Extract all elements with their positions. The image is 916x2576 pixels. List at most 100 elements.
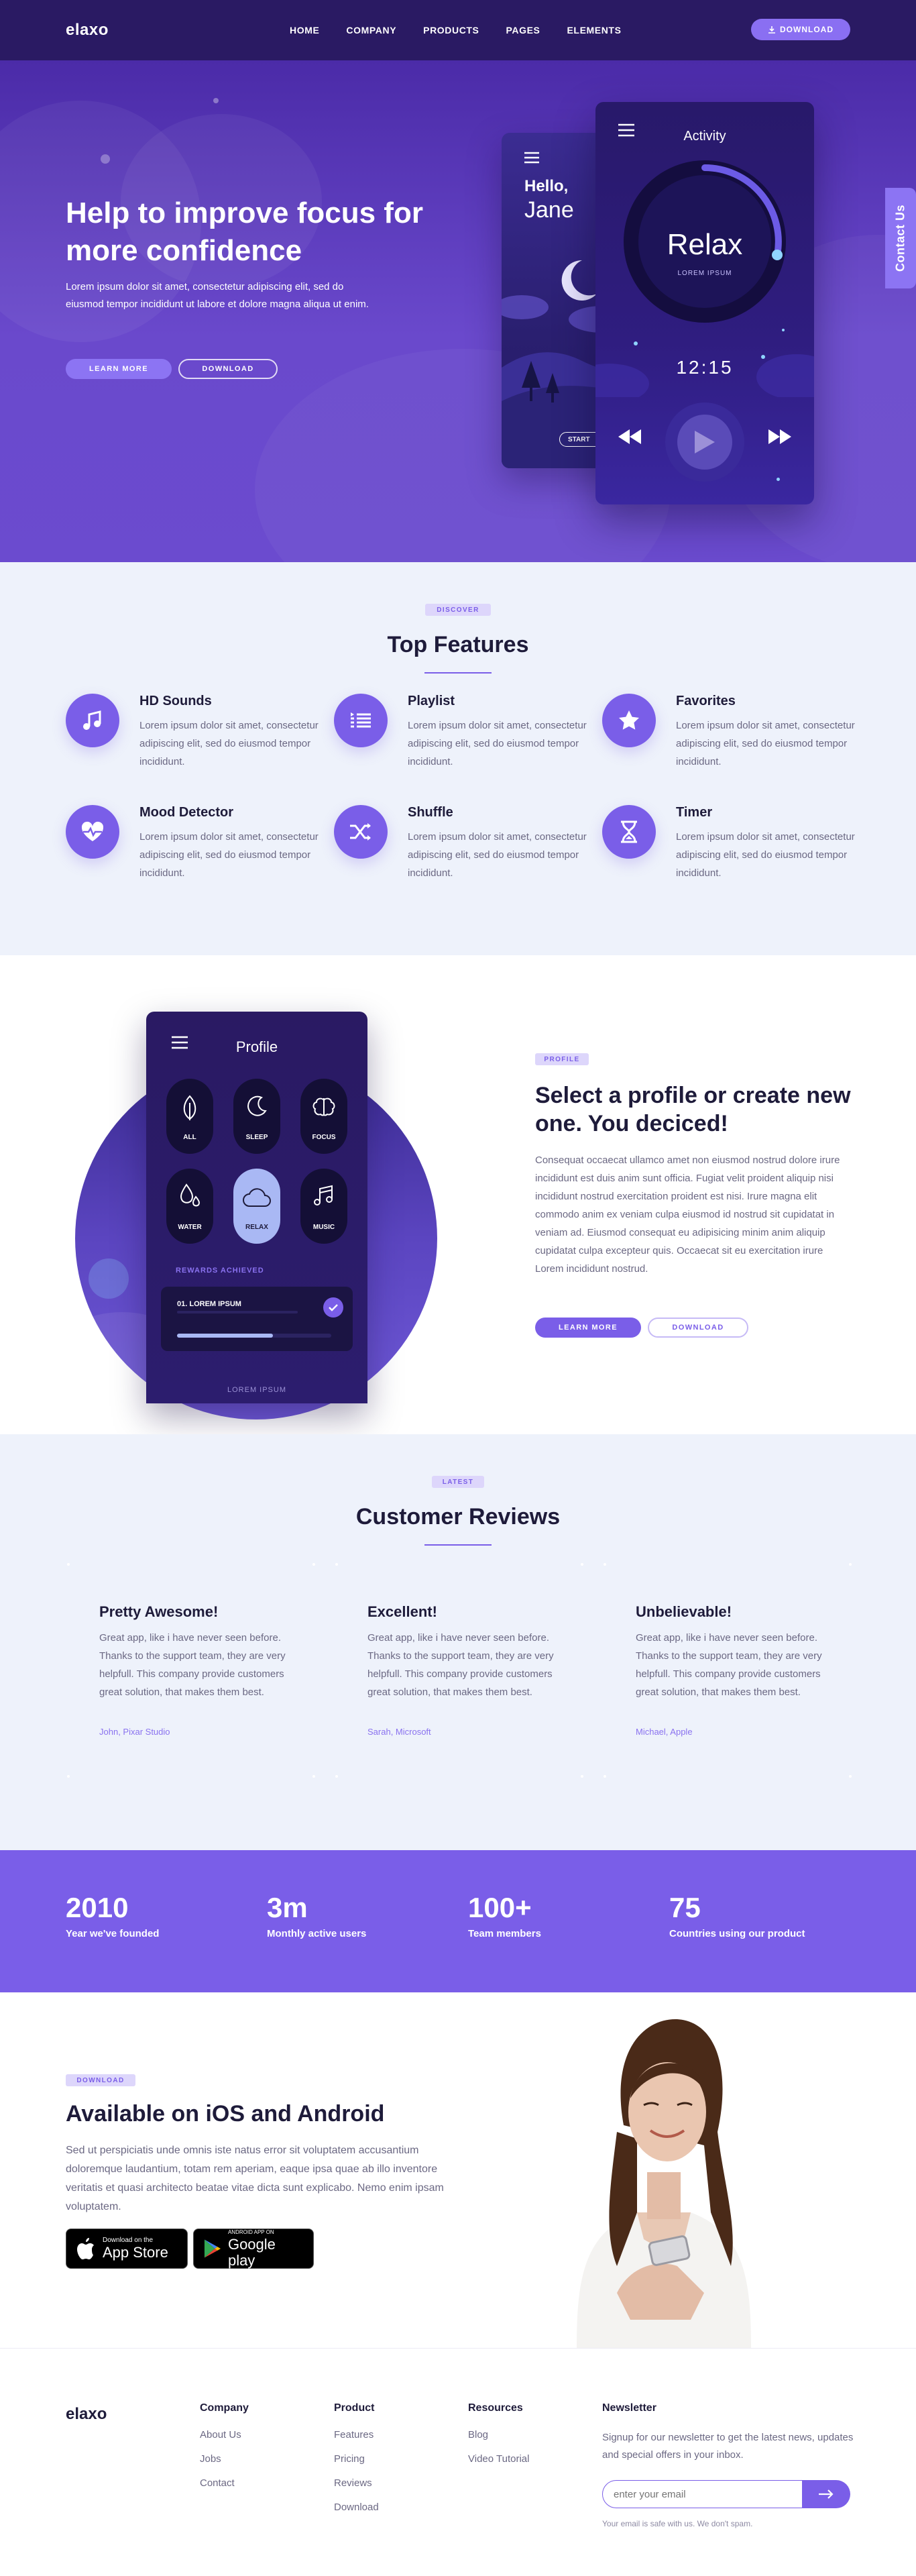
google-play-line2: Google play (227, 2236, 276, 2269)
feature-card: Timer Lorem ipsum dolor sit amet, consec… (602, 805, 855, 885)
leaf-icon (183, 1095, 196, 1120)
reward-subline (177, 1311, 298, 1313)
profile-download-button[interactable]: DOWNLOAD (648, 1318, 748, 1338)
feature-card: Shuffle Lorem ipsum dolor sit amet, cons… (334, 805, 587, 885)
review-card: Excellent! Great app, like i have never … (335, 1563, 583, 1778)
reviews-underline (424, 1544, 492, 1546)
feature-title: Playlist (408, 694, 455, 708)
rewards-label: REWARDS ACHIEVED (176, 1267, 264, 1275)
apple-icon (77, 2238, 94, 2259)
brain-icon (312, 1097, 335, 1116)
stat-item: 75 Countries using our product (669, 1892, 805, 1939)
activity-sub: LOREM IPSUM (677, 270, 732, 277)
nav-home[interactable]: HOME (290, 25, 319, 36)
footer-link-blog[interactable]: Blog (468, 2429, 529, 2440)
nav-elements[interactable]: ELEMENTS (567, 25, 621, 36)
option-label: SLEEP (245, 1134, 268, 1141)
option-water[interactable]: WATER (166, 1169, 213, 1244)
music-note-icon (66, 694, 119, 747)
hero-section: Help to improve focus for more confidenc… (0, 60, 916, 562)
star-icon (602, 694, 656, 747)
newsletter-email-input[interactable] (602, 2480, 803, 2508)
review-author: John, Pixar Studio (99, 1727, 170, 1737)
hero-learn-more-button[interactable]: LEARN MORE (66, 359, 172, 379)
profile-learn-more-button[interactable]: LEARN MORE (535, 1318, 641, 1338)
reward-title: 01. LOREM IPSUM (177, 1300, 241, 1308)
footer-link-features[interactable]: Features (334, 2429, 379, 2440)
footer-link-reviews[interactable]: Reviews (334, 2477, 379, 2489)
option-label: ALL (183, 1134, 196, 1141)
reward-progress-track (177, 1334, 331, 1338)
footer-link-download[interactable]: Download (334, 2502, 379, 2513)
profile-phone-mockup: Profile ALL SLEEP FOCUS WATER RELAX MUSI… (146, 1012, 367, 1403)
logo[interactable]: elaxo (66, 21, 109, 40)
feature-title: Mood Detector (139, 805, 233, 820)
nav-company[interactable]: COMPANY (346, 25, 396, 36)
review-text: Great app, like i have never seen before… (367, 1632, 554, 1698)
option-label: WATER (178, 1224, 202, 1231)
profile-bottom-label: LOREM IPSUM (227, 1386, 286, 1394)
app-store-badge[interactable]: Download on the App Store (66, 2229, 188, 2269)
footer-link-video-tutorial[interactable]: Video Tutorial (468, 2453, 529, 2465)
feature-title: Favorites (676, 694, 736, 708)
shuffle-icon (334, 805, 388, 859)
footer-link-contact[interactable]: Contact (200, 2477, 249, 2489)
option-relax[interactable]: RELAX (233, 1169, 280, 1244)
option-sleep[interactable]: SLEEP (233, 1079, 280, 1154)
contact-us-tab[interactable]: Contact Us (885, 188, 916, 288)
footer-logo[interactable]: elaxo (66, 2405, 107, 2424)
download-title: Available on iOS and Android (66, 2101, 385, 2127)
google-play-badge[interactable]: ANDROID APP ON Google play (193, 2229, 314, 2269)
fast-forward-icon[interactable] (768, 429, 791, 444)
review-title: Excellent! (367, 1603, 437, 1620)
footer-link-jobs[interactable]: Jobs (200, 2453, 249, 2465)
footer-link-about[interactable]: About Us (200, 2429, 249, 2440)
feature-title: Shuffle (408, 805, 453, 820)
stat-value: 100+ (468, 1892, 532, 1923)
newsletter-submit-button[interactable] (802, 2480, 850, 2508)
stat-item: 2010 Year we've founded (66, 1892, 159, 1939)
stat-label: Countries using our product (669, 1928, 805, 1939)
hero-download-button[interactable]: DOWNLOAD (178, 359, 278, 379)
features-section: DISCOVER Top Features HD Sounds Lorem ip… (0, 562, 916, 955)
phone-user-name: Jane (524, 197, 574, 223)
newsletter-note: Your email is safe with us. We don't spa… (602, 2519, 753, 2528)
review-author: Michael, Apple (636, 1727, 693, 1737)
heart-pulse-icon (66, 805, 119, 859)
arrow-right-icon (819, 2489, 834, 2499)
stat-label: Year we've founded (66, 1928, 160, 1939)
hero-star-dot (101, 154, 110, 164)
feature-title: Timer (676, 805, 713, 820)
activity-title: Activity (683, 129, 726, 144)
feature-text: Lorem ipsum dolor sit amet, consectetur … (139, 720, 319, 767)
feature-text: Lorem ipsum dolor sit amet, consectetur … (408, 720, 587, 767)
play-button[interactable] (665, 402, 744, 482)
nav-products[interactable]: PRODUCTS (423, 25, 479, 36)
reviews-section: LATEST Customer Reviews Pretty Awesome! … (0, 1434, 916, 1850)
stat-item: 100+ Team members (468, 1892, 541, 1939)
rewind-icon[interactable] (618, 429, 641, 444)
option-focus[interactable]: FOCUS (300, 1079, 347, 1154)
hero-star-dot (213, 98, 219, 103)
profile-title: Select a profile or create new one. You … (535, 1083, 851, 1136)
nav-download-label: DOWNLOAD (780, 25, 834, 34)
nav-pages[interactable]: PAGES (506, 25, 540, 36)
phone-greeting: Hello, (524, 177, 569, 195)
features-underline (424, 672, 492, 674)
option-all[interactable]: ALL (166, 1079, 213, 1154)
hourglass-icon (602, 805, 656, 859)
download-section: DOWNLOAD Available on iOS and Android Se… (0, 1992, 916, 2348)
reviews-title: Customer Reviews (355, 1504, 561, 1529)
footer-link-pricing[interactable]: Pricing (334, 2453, 379, 2465)
app-store-line2: App Store (103, 2244, 168, 2261)
nav-download-button[interactable]: DOWNLOAD (751, 19, 850, 40)
feature-card: HD Sounds Lorem ipsum dolor sit amet, co… (66, 694, 319, 774)
download-icon (768, 26, 775, 34)
option-music[interactable]: MUSIC (300, 1169, 347, 1244)
reward-progress-fill (177, 1334, 273, 1338)
download-tag: DOWNLOAD (66, 2074, 135, 2086)
music-notes-icon (314, 1185, 333, 1205)
review-title: Pretty Awesome! (99, 1603, 219, 1620)
footer-column-company: Company About Us Jobs Contact (200, 2402, 249, 2502)
check-icon (323, 1297, 343, 1318)
